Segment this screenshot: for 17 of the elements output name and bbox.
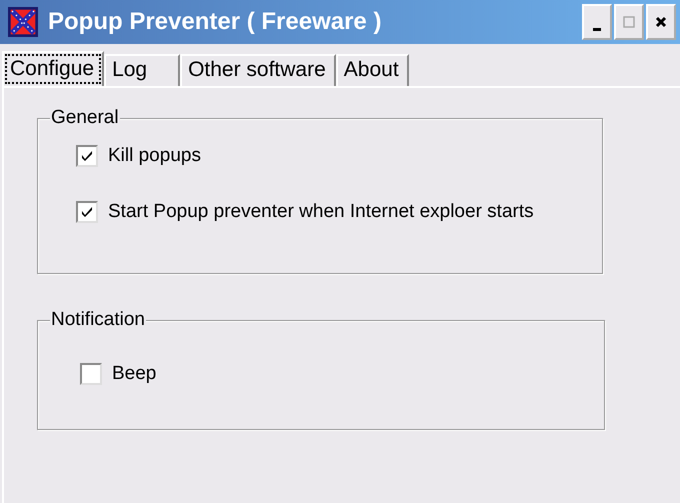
window-title: Popup Preventer ( Freeware ) xyxy=(48,8,382,36)
tab[interactable]: Other software xyxy=(180,54,336,86)
checkbox[interactable] xyxy=(80,363,102,385)
checkbox-label: Start Popup preventer when Internet exploer starts xyxy=(108,201,534,223)
tab[interactable]: About xyxy=(336,54,409,86)
tab[interactable]: Log xyxy=(104,54,180,86)
close-button[interactable] xyxy=(646,4,676,40)
maximize-icon xyxy=(622,15,636,29)
tab[interactable]: Configue xyxy=(2,51,104,87)
minimize-icon xyxy=(593,28,601,30)
checkbox-label: Beep xyxy=(112,363,156,385)
minimize-button[interactable] xyxy=(582,4,612,40)
checkbox[interactable] xyxy=(76,145,98,167)
checkbox[interactable] xyxy=(76,201,98,223)
checkbox-label: Kill popups xyxy=(108,145,201,167)
close-icon xyxy=(654,15,668,29)
app-icon xyxy=(8,7,38,37)
